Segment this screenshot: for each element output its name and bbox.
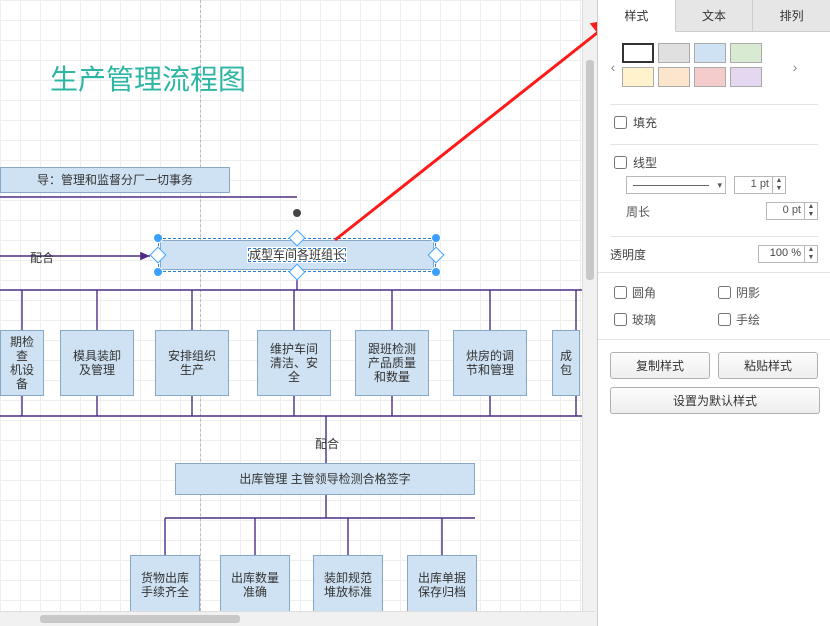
opacity-stepper[interactable]: 100 % ▲▼ [758, 245, 818, 263]
edge-label-cooperate-2: 配合 [315, 435, 339, 452]
node-row-4[interactable]: 跟班检测产品质量和数量 [355, 330, 429, 396]
swatch-2[interactable] [694, 43, 726, 63]
stroke-checkbox[interactable] [614, 156, 627, 169]
node-row-3[interactable]: 维护车间清洁、安全 [257, 330, 331, 396]
format-panel: 样式 文本 排列 ‹ › 填充 线型 ▾ [597, 0, 830, 626]
swatch-5[interactable] [658, 67, 690, 87]
sketch-toggle[interactable]: 手绘 [714, 310, 818, 329]
swatch-6[interactable] [694, 67, 726, 87]
glass-toggle[interactable]: 玻璃 [610, 310, 714, 329]
tab-text[interactable]: 文本 [676, 0, 754, 31]
node-bottom-2[interactable]: 装卸规范堆放标准 [313, 555, 383, 615]
node-selected-text[interactable]: 成型车间各班组长 [247, 247, 347, 263]
node-outbound-mgmt[interactable]: 出库管理 主管领导检测合格签字 [175, 463, 475, 495]
rounded-toggle[interactable]: 圆角 [610, 283, 714, 302]
swatch-4[interactable] [622, 67, 654, 87]
palette-prev-icon[interactable]: ‹ [606, 41, 620, 75]
sketch-checkbox[interactable] [718, 313, 731, 326]
paste-style-button[interactable]: 粘贴样式 [718, 352, 818, 379]
set-default-style-button[interactable]: 设置为默认样式 [610, 387, 820, 414]
panel-tabs: 样式 文本 排列 [598, 0, 830, 32]
swatch-7[interactable] [730, 67, 762, 87]
edge-label-cooperate: 配合 [30, 249, 54, 266]
node-bottom-1[interactable]: 出库数量准确 [220, 555, 290, 615]
tab-arrange[interactable]: 排列 [753, 0, 830, 31]
palette-next-icon[interactable]: › [788, 41, 802, 75]
swatch-3[interactable] [730, 43, 762, 63]
scrollbar-vertical[interactable] [582, 0, 597, 626]
stroke-style-dropdown[interactable]: ▾ [626, 176, 726, 194]
node-selected[interactable]: 成型车间各班组长 [160, 240, 434, 270]
shadow-checkbox[interactable] [718, 286, 731, 299]
node-row-1[interactable]: 模具装卸及管理 [60, 330, 134, 396]
copy-style-button[interactable]: 复制样式 [610, 352, 710, 379]
shadow-toggle[interactable]: 阴影 [714, 283, 818, 302]
rounded-checkbox[interactable] [614, 286, 627, 299]
rotate-handle [292, 208, 302, 218]
diagram-title: 生产管理流程图 [50, 58, 246, 98]
chevron-down-icon: ▾ [717, 180, 722, 191]
color-palette: ‹ › [598, 32, 830, 95]
swatch-1[interactable] [658, 43, 690, 63]
diagram-canvas[interactable]: 生产管理流程图 [0, 0, 595, 626]
node-row-6[interactable]: 成包 [552, 330, 580, 396]
scrollbar-horizontal[interactable] [0, 611, 595, 626]
perimeter-stepper[interactable]: 0 pt ▲▼ [766, 202, 818, 220]
stroke-width-stepper[interactable]: 1 pt ▲▼ [734, 176, 786, 194]
glass-checkbox[interactable] [614, 313, 627, 326]
node-row-5[interactable]: 烘房的调节和管理 [453, 330, 527, 396]
node-bottom-3[interactable]: 出库单据保存归档 [407, 555, 477, 615]
node-bottom-0[interactable]: 货物出库手续齐全 [130, 555, 200, 615]
fill-toggle[interactable]: 填充 [610, 104, 818, 132]
swatch-0[interactable] [622, 43, 654, 63]
stroke-toggle[interactable]: 线型 [610, 144, 818, 172]
opacity-label: 透明度 [610, 246, 758, 263]
node-row-2[interactable]: 安排组织生产 [155, 330, 229, 396]
fill-checkbox[interactable] [614, 116, 627, 129]
node-director[interactable]: 导：管理和监督分厂一切事务 [0, 167, 230, 193]
tab-style[interactable]: 样式 [598, 0, 676, 32]
node-row-0[interactable]: 期检查机设备 [0, 330, 44, 396]
